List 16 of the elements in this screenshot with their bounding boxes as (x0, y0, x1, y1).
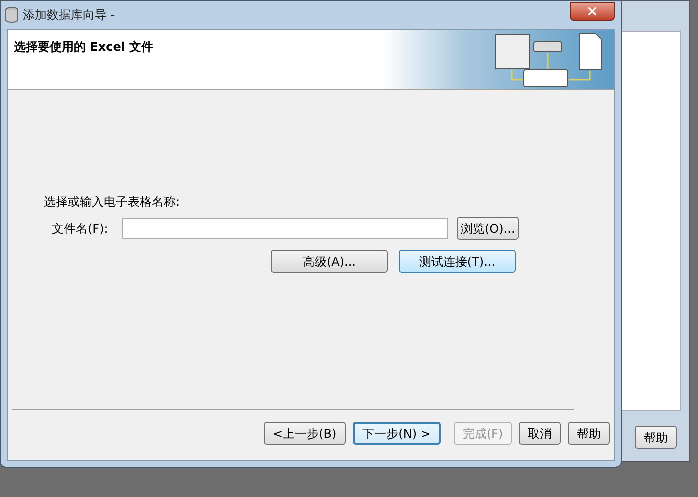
nav-button[interactable]: 取消 (519, 422, 562, 445)
file-name-field[interactable] (122, 218, 448, 239)
nav-button[interactable]: 下一步(N) > (352, 422, 441, 445)
nav-button[interactable]: 帮助 (568, 422, 610, 445)
window-title: 添加数据库向导 - (23, 7, 116, 24)
header-title: 选择要使用的 Excel 文件 (14, 39, 154, 56)
action-button[interactable]: 高级(A)... (271, 250, 388, 273)
close-icon (586, 4, 599, 18)
file-name-label: 文件名(F): (51, 220, 110, 238)
prompt-label: 选择或输入电子表格名称: (44, 194, 182, 211)
nav-button[interactable]: <上一步(B) (264, 422, 346, 445)
browse-button[interactable]: 浏览(O)... (457, 217, 520, 240)
database-icon (5, 7, 19, 23)
close-button[interactable] (570, 2, 615, 20)
help-button[interactable]: 帮助 (635, 426, 677, 449)
action-button[interactable]: 测试连接(T)... (399, 250, 516, 273)
